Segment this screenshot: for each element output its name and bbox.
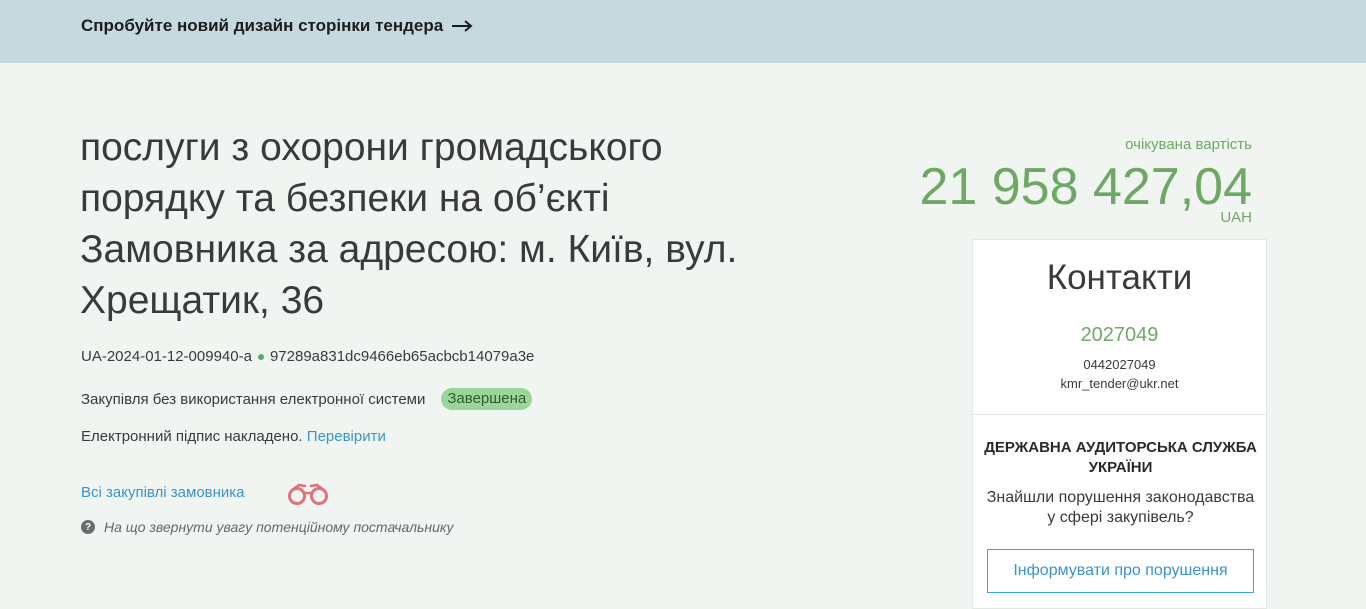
all-purchases-link[interactable]: Всі закупівлі замовника <box>81 484 245 501</box>
check-signature-link[interactable]: Перевірити <box>307 428 386 445</box>
contact-email: kmr_tender@ukr.net <box>1060 376 1179 391</box>
supplier-hint-text: На що звернути увагу потенційному постач… <box>104 519 454 535</box>
signature-row: Електронний підпис накладено. Перевірити <box>81 428 386 445</box>
expected-value-label: очікувана вартість <box>1125 136 1252 153</box>
procurement-method-row: Закупівля без використання електронної с… <box>81 388 533 410</box>
status-badge: Завершена <box>441 388 533 410</box>
contacts-card: Контакти 2027049 0442027049 kmr_tender@u… <box>972 239 1267 609</box>
question-circle-icon: ? <box>81 520 95 534</box>
status-dot-icon <box>257 353 264 360</box>
report-violation-button[interactable]: Інформувати про порушення <box>987 549 1254 593</box>
audit-service-title: ДЕРЖАВНА АУДИТОРСЬКА СЛУЖБА УКРАЇНИ <box>984 439 1257 476</box>
tender-title: послуги з охорони громадського порядку т… <box>80 126 738 322</box>
card-divider <box>973 414 1266 415</box>
procurement-method: Закупівля без використання електронної с… <box>81 390 426 408</box>
new-design-link-label: Спробуйте новий дизайн сторінки тендера <box>81 16 444 35</box>
new-design-banner: Спробуйте новий дизайн сторінки тендера <box>0 0 1366 63</box>
expected-value-amount: 21 958 427,04 <box>919 158 1252 216</box>
supplier-hint[interactable]: ? На що звернути увагу потенційному пост… <box>81 519 454 535</box>
new-design-link[interactable]: Спробуйте новий дизайн сторінки тендера <box>81 16 473 36</box>
contact-phone: 0442027049 <box>1083 357 1156 372</box>
tender-hash: 97289a831dc9466eb65acbcb14079a3e <box>269 348 535 365</box>
expected-value-currency: UAH <box>1220 209 1252 226</box>
contacts-title: Контакти <box>1046 258 1193 297</box>
audit-service-text: Знайшли порушення законодавства у сфері … <box>986 489 1255 526</box>
tender-id: UA-2024-01-12-009940-a <box>81 348 252 365</box>
tender-identifiers: UA-2024-01-12-009940-a 97289a831dc9466eb… <box>81 348 534 365</box>
binoculars-icon[interactable] <box>285 482 331 511</box>
contact-name: 2027049 <box>1080 324 1159 346</box>
arrow-right-icon <box>451 20 473 32</box>
signature-text: Електронний підпис накладено. <box>81 428 303 445</box>
